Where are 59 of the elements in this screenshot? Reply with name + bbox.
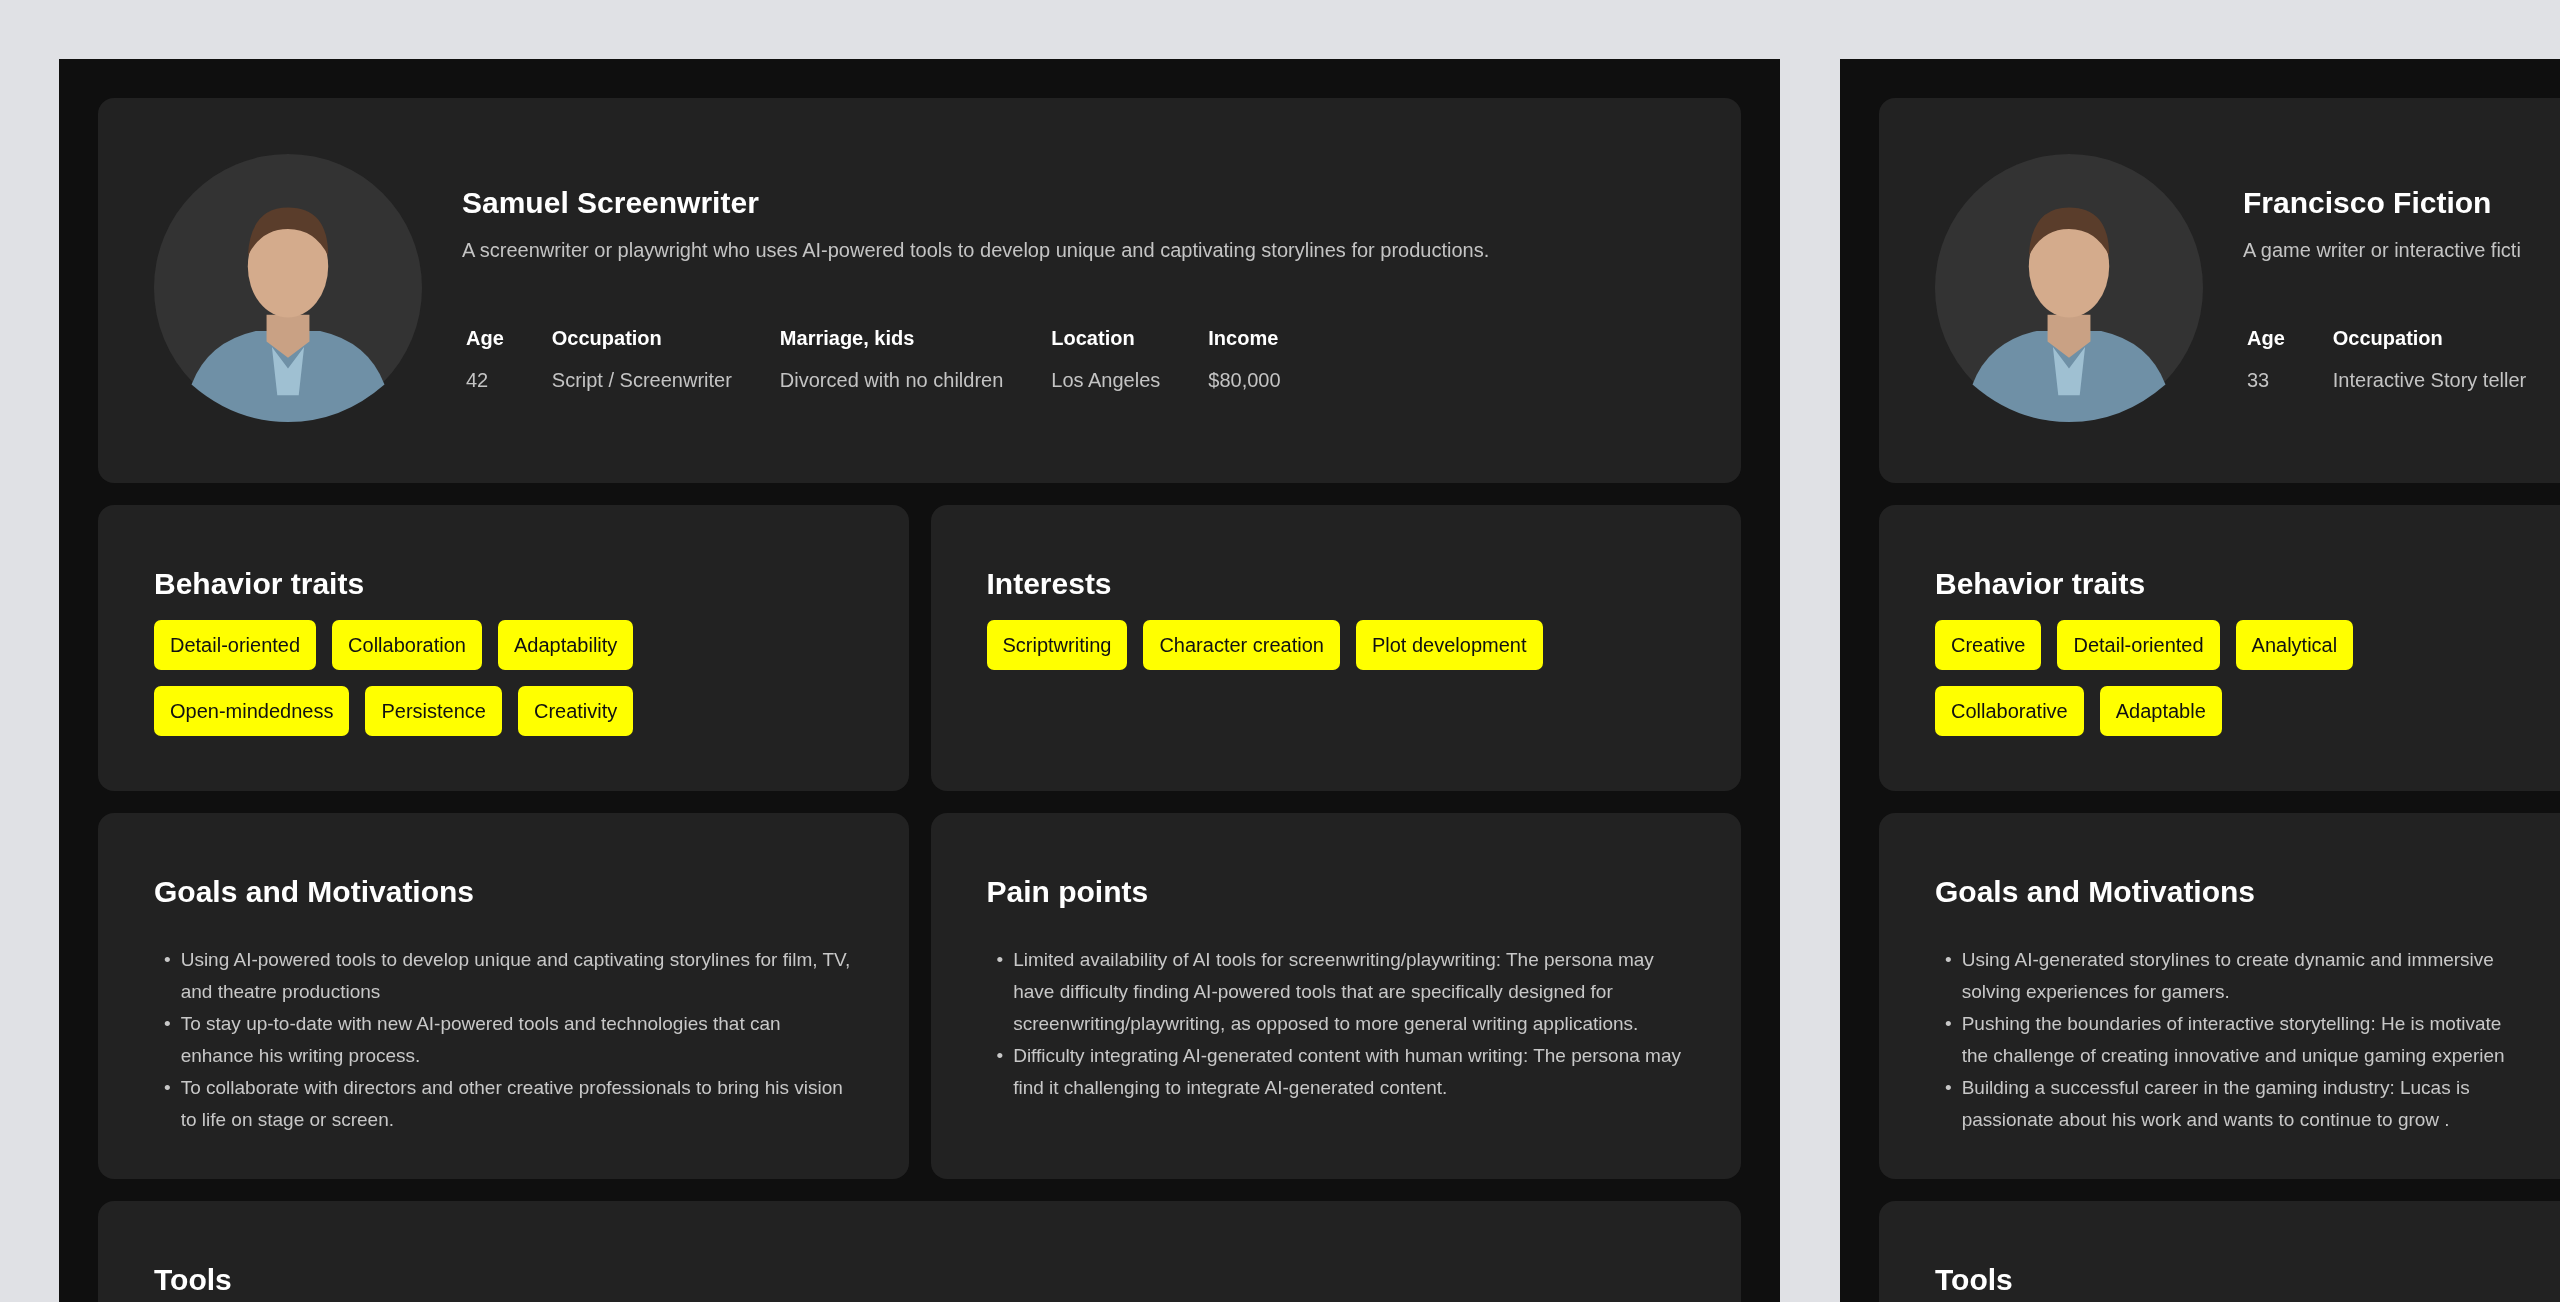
stat-label: Marriage, kids bbox=[779, 326, 916, 351]
list-item-text: Using AI-powered tools to develop unique and captivating storylines for film, TV, and theatre productions bbox=[180, 949, 851, 1002]
persona-description: A game writer or interactive ficti bbox=[2243, 238, 2522, 263]
list-item-text: Using AI-generated storylines to create dynamic and immersive bbox=[1961, 948, 2494, 972]
list-bullet: • bbox=[1945, 948, 1952, 972]
tag: Analytical bbox=[2235, 620, 2354, 670]
stat-label: Age bbox=[466, 326, 504, 351]
tag: Open-mindedness bbox=[154, 686, 350, 736]
list-item-text: To stay up-to-date with new AI-powered tools and technologies that can enhance his writing process. bbox=[180, 1013, 781, 1066]
section-title: Behavior traits bbox=[154, 566, 366, 602]
tag: Adaptability bbox=[497, 620, 634, 670]
list-item-text: solving experiences for gamers. bbox=[1961, 980, 2231, 1004]
list-bullet: • bbox=[164, 948, 171, 972]
persona-name: Francisco Fiction bbox=[2243, 185, 2493, 221]
list-item-text: the challenge of creating innovative and unique gaming experien bbox=[1961, 1044, 2505, 1068]
section-title: Goals and Motivations bbox=[154, 874, 476, 910]
section-title: Tools bbox=[1935, 1262, 2014, 1298]
persona-name: Samuel Screenwriter bbox=[462, 185, 760, 221]
tag: Character creation bbox=[1143, 620, 1340, 670]
stat-label: Occupation bbox=[2332, 326, 2444, 351]
list-bullet: • bbox=[164, 1012, 171, 1036]
tag: Plot development bbox=[1355, 620, 1543, 670]
section-title: Interests bbox=[986, 566, 1113, 602]
list-bullet: • bbox=[996, 948, 1004, 972]
persona-description: A screenwriter or playwright who uses AI-powered tools to develop unique and captivating storylines for productions. bbox=[462, 238, 1490, 263]
section-title: Behavior traits bbox=[1935, 566, 2147, 602]
stat-value: 42 bbox=[466, 368, 490, 393]
section-title: Tools bbox=[154, 1262, 233, 1298]
stat-value: $80,000 bbox=[1208, 368, 1281, 393]
section-title: Pain points bbox=[986, 874, 1150, 910]
tag: Detail-oriented bbox=[2057, 620, 2220, 670]
list-bullet: • bbox=[996, 1044, 1004, 1068]
stat-label: Age bbox=[2247, 326, 2285, 351]
list-bullet: • bbox=[1945, 1076, 1952, 1100]
tag: Collaborative bbox=[1935, 686, 2084, 736]
list-item-text: To collaborate with directors and other creative professionals to bring his vision to life on stage or screen. bbox=[180, 1077, 843, 1130]
stat-label: Income bbox=[1208, 326, 1280, 351]
tag: Collaboration bbox=[332, 620, 482, 670]
list-item-text: Pushing the boundaries of interactive storytelling: He is motivate bbox=[1961, 1012, 2503, 1036]
list-bullet: • bbox=[1945, 1012, 1952, 1036]
tag: Detail-oriented bbox=[154, 620, 317, 670]
stat-value: 33 bbox=[2247, 368, 2271, 393]
list-item-text: passionate about his work and wants to continue to grow . bbox=[1961, 1108, 2451, 1132]
tag: Scriptwriting bbox=[986, 620, 1128, 670]
tag: Adaptable bbox=[2099, 686, 2222, 736]
stat-value: Interactive Story teller bbox=[2332, 368, 2527, 393]
tag: Creativity bbox=[517, 686, 634, 736]
tag: Persistence bbox=[365, 686, 502, 736]
stat-value: Los Angeles bbox=[1051, 368, 1161, 393]
list-item-text: Building a successful career in the gaming industry: Lucas is bbox=[1961, 1076, 2470, 1100]
list-item-text: Difficulty integrating AI-generated content with human writing: The persona may find it challenging to integrate AI-generated content. bbox=[1013, 1045, 1681, 1098]
section-title: Goals and Motivations bbox=[1935, 874, 2257, 910]
stat-value: Divorced with no children bbox=[779, 368, 1004, 393]
list-bullet: • bbox=[164, 1076, 171, 1100]
stat-value: Script / Screenwriter bbox=[551, 368, 732, 393]
list-item-text: Limited availability of AI tools for screenwriting/playwriting: The persona may have difficulty finding AI-powered tools that are specifically designed for screenwriting/playwriting, as opposed to more general writing applications. bbox=[1013, 949, 1654, 1034]
stat-label: Occupation bbox=[551, 326, 663, 351]
tag: Creative bbox=[1935, 620, 2042, 670]
stat-label: Location bbox=[1051, 326, 1136, 351]
